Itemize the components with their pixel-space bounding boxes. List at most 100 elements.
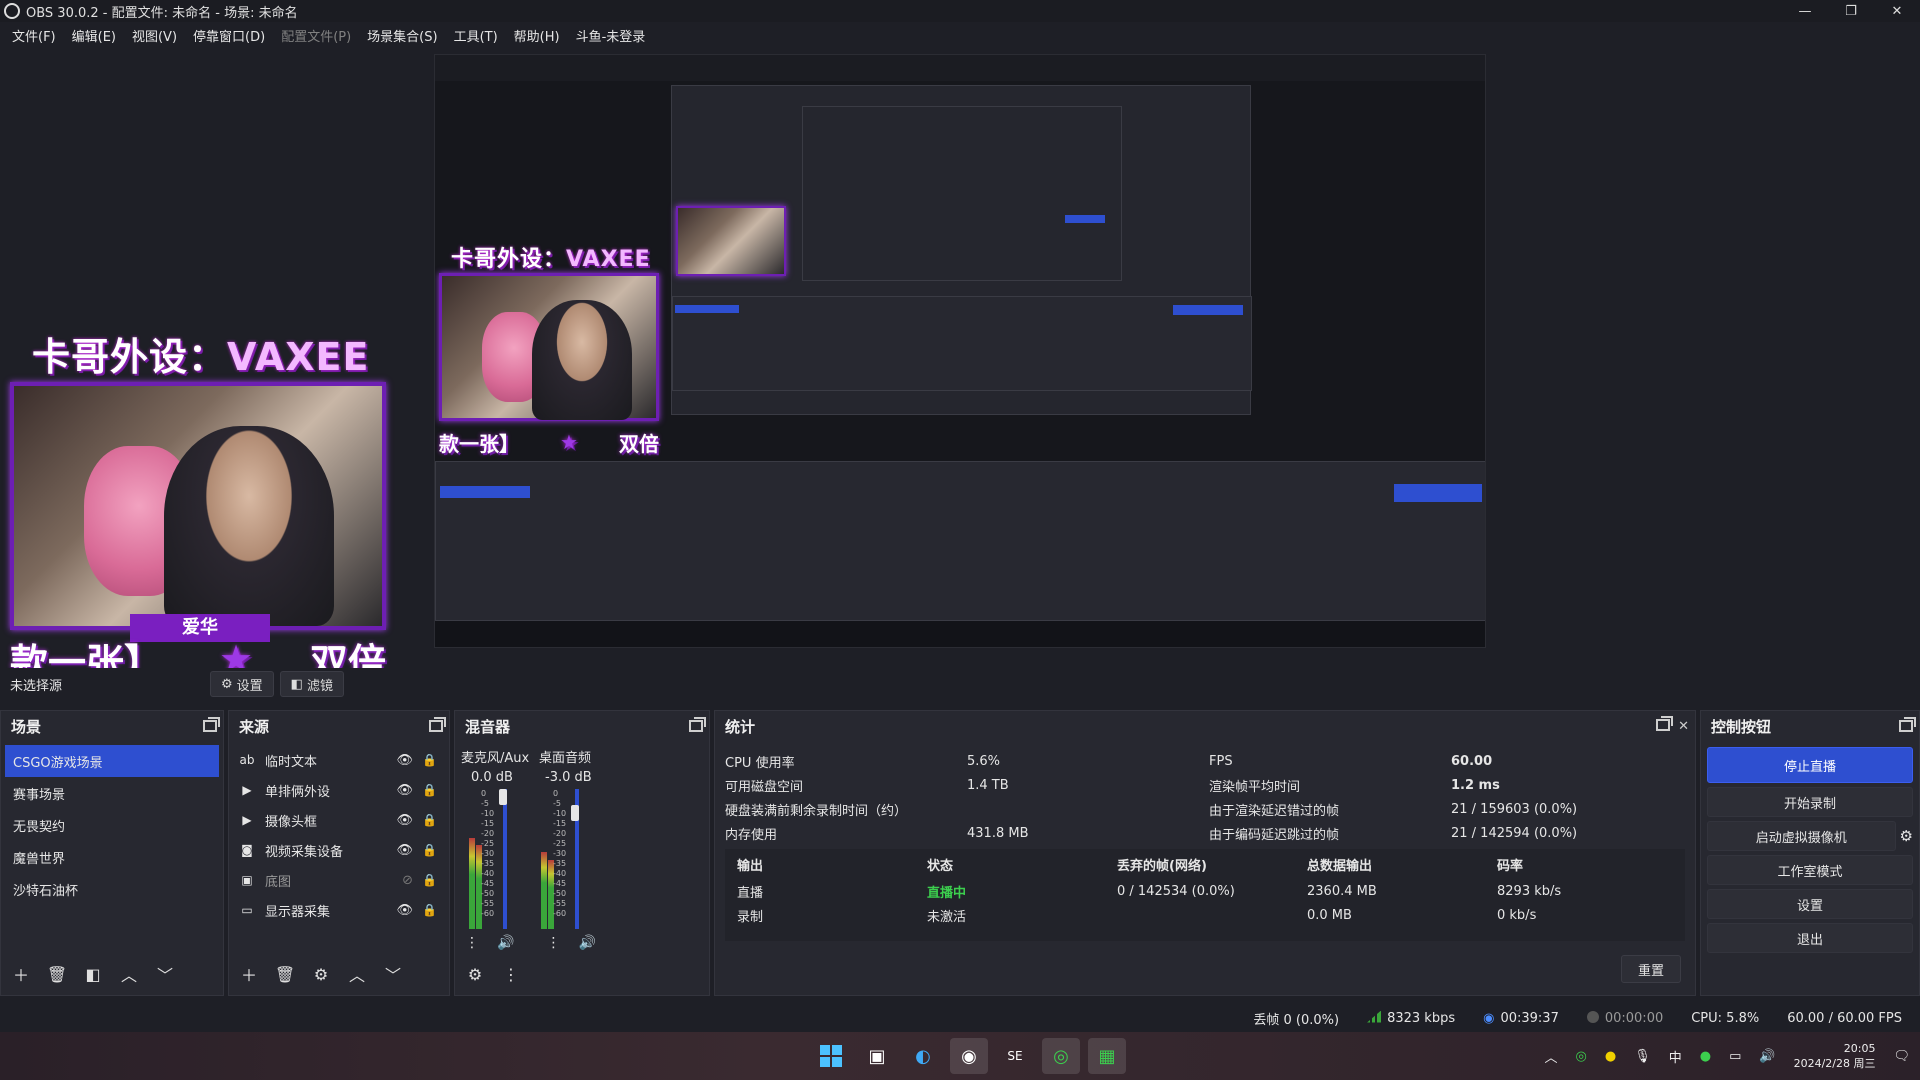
- more-icon[interactable]: ⋮: [497, 961, 525, 987]
- eye-hidden-icon[interactable]: ⊘: [402, 873, 413, 888]
- float-dock-icon[interactable]: [1656, 715, 1674, 731]
- wechat-icon[interactable]: ◎: [1042, 1038, 1080, 1074]
- menu-view[interactable]: 视图(V): [124, 26, 185, 45]
- source-item[interactable]: ▭ 显示器采集 👁 🔒: [229, 895, 449, 925]
- app-tray-icon[interactable]: ●: [1605, 1049, 1616, 1064]
- eye-icon[interactable]: 👁: [396, 903, 413, 918]
- speaker-icon[interactable]: 🔊: [497, 935, 514, 951]
- source-label: 单排俩外设: [265, 784, 331, 800]
- green-tray-icon[interactable]: ●: [1700, 1049, 1711, 1064]
- microphone-icon[interactable]: 🎙: [1634, 1049, 1651, 1064]
- lock-icon[interactable]: 🔒: [422, 843, 437, 857]
- overlay-title: 卡哥外设：VAXEE: [32, 326, 369, 381]
- more-icon[interactable]: ⋮: [465, 935, 479, 951]
- exit-button[interactable]: 退出: [1707, 923, 1913, 953]
- menu-profile[interactable]: 配置文件(P): [273, 26, 359, 45]
- meter-scale: 0 -5 -10 -15 -20 -25 -30 -35 -40 -45 -50 -55 -60: [553, 789, 567, 918]
- remove-source-button[interactable]: 🗑: [271, 961, 299, 987]
- float-dock-icon[interactable]: [429, 717, 446, 732]
- settings-button[interactable]: 设置: [1707, 889, 1913, 919]
- source-item[interactable]: ◙ 视频采集设备 👁 🔒: [229, 835, 449, 865]
- clock[interactable]: 20:05 2024/2/28 周三: [1794, 1041, 1876, 1071]
- stat-value: 5.6%: [967, 753, 1001, 769]
- lock-icon[interactable]: 🔒: [422, 813, 437, 827]
- volume-icon[interactable]: 🔊: [1759, 1049, 1775, 1064]
- fader-knob[interactable]: [571, 805, 579, 821]
- close-button[interactable]: ✕: [1874, 0, 1920, 22]
- float-dock-icon[interactable]: [1899, 717, 1916, 732]
- speaker-icon[interactable]: 🔊: [578, 935, 595, 951]
- start-record-button[interactable]: 开始录制: [1707, 787, 1913, 817]
- add-source-button[interactable]: ＋: [235, 961, 263, 987]
- studio-mode-button[interactable]: 工作室模式: [1707, 855, 1913, 885]
- game-app-icon[interactable]: ▦: [1088, 1038, 1126, 1074]
- gear-icon[interactable]: ⚙: [1900, 827, 1913, 845]
- stat-key: 内存使用: [725, 827, 778, 843]
- scene-item[interactable]: 沙特石油杯: [5, 873, 219, 905]
- chevron-up-icon[interactable]: ︿: [1545, 1047, 1558, 1066]
- menu-edit[interactable]: 编辑(E): [64, 26, 124, 45]
- menu-tools[interactable]: 工具(T): [446, 26, 506, 45]
- eye-icon[interactable]: 👁: [396, 783, 413, 798]
- audio-settings-icon[interactable]: ⚙: [461, 961, 489, 987]
- source-label: 底图: [265, 874, 292, 890]
- start-button[interactable]: [812, 1038, 850, 1074]
- output-total: 0.0 MB: [1307, 907, 1352, 923]
- output-name: 录制: [737, 909, 764, 925]
- stop-stream-button[interactable]: 停止直播: [1707, 747, 1913, 783]
- float-dock-icon[interactable]: [203, 717, 220, 732]
- lock-icon[interactable]: 🔒: [422, 783, 437, 797]
- wechat-tray-icon[interactable]: ◎: [1576, 1049, 1587, 1064]
- source-properties-button[interactable]: ⚙: [307, 961, 335, 987]
- source-filters-button[interactable]: ◧ 滤镜: [279, 671, 344, 697]
- move-up-button[interactable]: ︿: [343, 961, 371, 987]
- menu-douyu[interactable]: 斗鱼-未登录: [568, 26, 654, 45]
- volume-fader[interactable]: [503, 789, 507, 929]
- network-icon[interactable]: ▭: [1729, 1049, 1741, 1064]
- scene-item[interactable]: 无畏契约: [5, 809, 219, 841]
- remove-scene-button[interactable]: 🗑: [43, 961, 71, 987]
- source-item[interactable]: ▶ 单排俩外设 👁 🔒: [229, 775, 449, 805]
- lock-icon[interactable]: 🔒: [422, 903, 437, 917]
- column-header: 输出: [737, 858, 764, 874]
- menu-scene-collection[interactable]: 场景集合(S): [359, 26, 445, 45]
- float-dock-icon[interactable]: [689, 717, 706, 732]
- source-item[interactable]: ▣ 底图 ⊘ 🔒: [229, 865, 449, 895]
- menu-help[interactable]: 帮助(H): [506, 26, 568, 45]
- menu-file[interactable]: 文件(F): [4, 26, 64, 45]
- close-icon[interactable]: ✕: [1678, 719, 1689, 734]
- column-header: 总数据输出: [1307, 858, 1373, 874]
- eye-icon[interactable]: 👁: [396, 813, 413, 828]
- scene-item[interactable]: 魔兽世界: [5, 841, 219, 873]
- lock-icon[interactable]: 🔒: [422, 753, 437, 767]
- move-down-button[interactable]: ﹀: [151, 961, 179, 987]
- scene-filters-button[interactable]: ◧: [79, 961, 107, 987]
- ime-indicator[interactable]: 中: [1669, 1047, 1682, 1066]
- minimize-button[interactable]: —: [1782, 0, 1828, 22]
- nested-blue-mark: [1065, 215, 1105, 223]
- notification-icon[interactable]: 🗨: [1893, 1049, 1910, 1064]
- lock-icon[interactable]: 🔒: [422, 873, 437, 887]
- move-up-button[interactable]: ︿: [115, 961, 143, 987]
- more-icon[interactable]: ⋮: [546, 935, 560, 951]
- scene-item[interactable]: 赛事场景: [5, 777, 219, 809]
- fader-knob[interactable]: [499, 789, 507, 805]
- virtual-cam-button[interactable]: 启动虚拟摄像机: [1707, 821, 1896, 851]
- source-item[interactable]: ▶ 摄像头框 👁 🔒: [229, 805, 449, 835]
- scene-item[interactable]: CSGO游戏场景: [5, 745, 219, 777]
- maximize-button[interactable]: ❐: [1828, 0, 1874, 22]
- move-down-button[interactable]: ﹀: [379, 961, 407, 987]
- channel-name: 麦克风/Aux: [461, 751, 530, 766]
- eye-icon[interactable]: 👁: [396, 753, 413, 768]
- task-view-icon[interactable]: ▣: [858, 1038, 896, 1074]
- source-settings-button[interactable]: ⚙ 设置: [210, 671, 274, 697]
- add-scene-button[interactable]: ＋: [7, 961, 35, 987]
- menu-docks[interactable]: 停靠窗口(D): [185, 26, 273, 45]
- source-item[interactable]: ab 临时文本 👁 🔒: [229, 745, 449, 775]
- reset-button[interactable]: 重置: [1621, 955, 1681, 983]
- preview-canvas[interactable]: 卡哥外设：VAXEE 爱华 款一张】 ★ 双倍 卡哥外设：VAXEE 款一张】 …: [0, 48, 1920, 685]
- eye-icon[interactable]: 👁: [396, 843, 413, 858]
- se-app-icon[interactable]: SE: [996, 1038, 1034, 1074]
- edge-icon[interactable]: ◐: [904, 1038, 942, 1074]
- obs-taskbar-icon[interactable]: ◉: [950, 1038, 988, 1074]
